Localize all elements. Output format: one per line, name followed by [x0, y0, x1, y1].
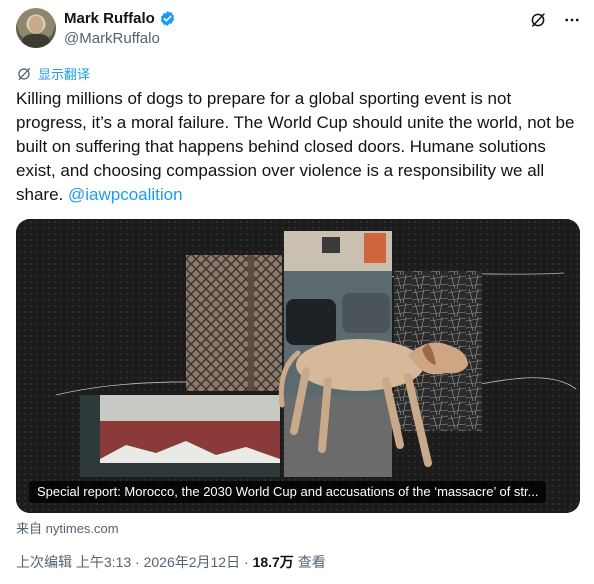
card-stadium-ground [100, 463, 280, 477]
show-translation-label[interactable]: 显示翻译 [38, 64, 90, 83]
author-name[interactable]: Mark Ruffalo [64, 10, 155, 27]
card-car [342, 293, 390, 333]
tweet-meta: 上次编辑 上午3:13 · 2026年2月12日 · 18.7万 查看 [16, 552, 326, 572]
card-source-domain[interactable]: nytimes.com [46, 521, 119, 536]
verified-badge-icon [159, 10, 176, 27]
tweet-actions-top [528, 10, 582, 30]
author-handle[interactable]: @MarkRuffalo [64, 30, 160, 47]
translate-icon [16, 66, 32, 82]
card-stadium-edge [80, 395, 100, 477]
card-stadium-roof [80, 395, 280, 421]
card-source[interactable]: 来自 nytimes.com [16, 518, 119, 537]
views-count: 18.7万 [252, 554, 294, 570]
show-translation-button[interactable]: 显示翻译 [16, 64, 90, 83]
card-caption: Special report: Morocco, the 2030 World … [29, 481, 547, 503]
avatar-face [29, 16, 43, 33]
grok-icon[interactable] [528, 10, 548, 30]
tweet-time[interactable]: 上午3:13 [76, 554, 131, 570]
card-window [322, 237, 340, 253]
views-label: 查看 [297, 554, 326, 570]
tweet-date[interactable]: 2026年2月12日 [144, 554, 241, 570]
card-dog-body [296, 339, 424, 391]
tweet-header: Mark Ruffalo @MarkRuffalo [16, 8, 582, 52]
tweet-text: Killing millions of dogs to prepare for … [16, 87, 576, 207]
meta-separator: · [131, 554, 144, 570]
card-image [16, 219, 580, 513]
card-source-prefix: 来自 [16, 521, 43, 536]
card-sign [364, 233, 386, 263]
meta-separator: · [240, 554, 253, 570]
author-avatar[interactable] [16, 8, 56, 48]
more-icon[interactable] [562, 10, 582, 30]
edited-label[interactable]: 上次编辑 [16, 554, 72, 570]
card-fence-panel [186, 255, 282, 391]
author-name-row: Mark Ruffalo [64, 10, 176, 27]
mention-link[interactable]: @iawpcoalition [68, 185, 183, 204]
avatar-shirt [22, 34, 50, 48]
card-car [286, 299, 336, 345]
link-card[interactable]: Special report: Morocco, the 2030 World … [16, 219, 580, 513]
card-fence-post [248, 255, 254, 391]
